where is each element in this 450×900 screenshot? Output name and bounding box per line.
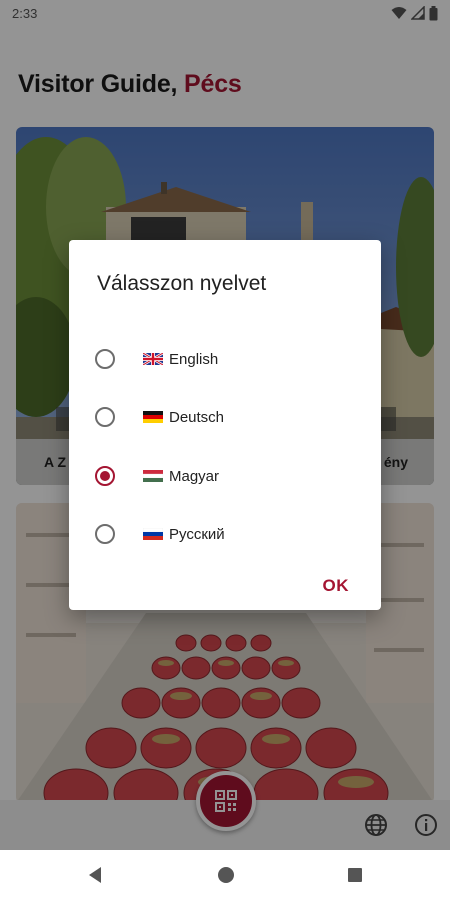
language-option-english[interactable]: English <box>95 339 365 379</box>
ok-button[interactable]: OK <box>323 576 350 596</box>
flag-russia-icon <box>143 528 163 540</box>
recents-icon[interactable] <box>347 866 363 884</box>
language-label-magyar: Magyar <box>169 467 220 485</box>
language-label-russian: Русский <box>169 525 225 543</box>
language-label-deutsch: Deutsch <box>169 408 225 426</box>
flag-hungary-icon <box>143 470 163 482</box>
radio-russian[interactable] <box>95 524 115 544</box>
radio-english[interactable] <box>95 349 115 369</box>
system-nav-bar <box>0 850 450 900</box>
dialog-title: Válasszon nyelvet <box>97 272 267 295</box>
home-icon[interactable] <box>217 866 235 884</box>
language-dialog: Válasszon nyelvet English Deutsch Magyar… <box>69 240 381 610</box>
radio-magyar[interactable] <box>95 466 115 486</box>
language-option-deutsch[interactable]: Deutsch <box>95 397 365 437</box>
language-option-magyar[interactable]: Magyar <box>95 456 365 496</box>
flag-uk-icon <box>143 353 163 365</box>
language-label-english: English <box>169 350 219 368</box>
flag-germany-icon <box>143 411 163 423</box>
radio-deutsch[interactable] <box>95 407 115 427</box>
language-option-russian[interactable]: Русский <box>95 514 365 554</box>
back-icon[interactable] <box>87 866 103 884</box>
